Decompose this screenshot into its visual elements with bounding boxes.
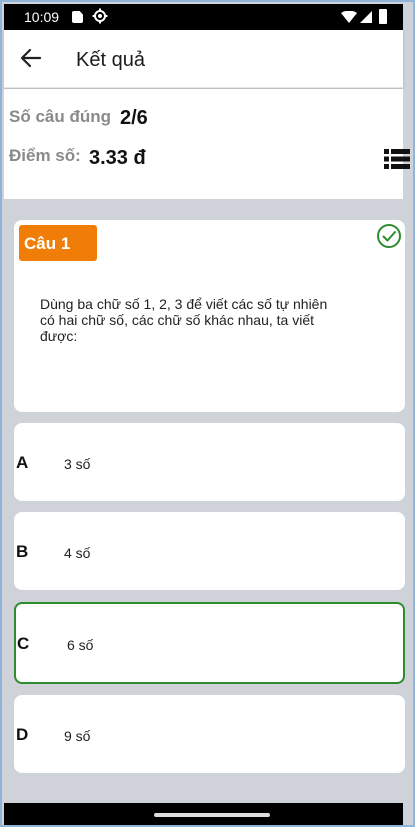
option-letter: D (16, 725, 29, 744)
option-letter: A (16, 453, 29, 472)
page-title: Kết quả (76, 49, 145, 71)
option-text: 6 số (67, 637, 94, 653)
battery-icon (379, 9, 387, 24)
status-bar: 10:09 (4, 4, 403, 30)
correct-count-label: Số câu đúng (9, 107, 111, 126)
status-time: 10:09 (24, 9, 60, 25)
answer-option-d[interactable]: D 9 số (14, 695, 405, 773)
question-card: Câu 1 Dùng ba chữ số 1, 2, 3 để viết các… (14, 220, 405, 412)
option-letter: B (16, 542, 29, 561)
settings-gear-icon (92, 8, 108, 24)
answer-option-c-correct[interactable]: C 6 số (14, 602, 405, 684)
signal-icon (360, 11, 372, 23)
question-text: Dùng ba chữ số 1, 2, 3 để viết các số tự… (40, 296, 328, 344)
result-summary: Số câu đúng 2/6 Điểm số: 3.33 đ (4, 89, 410, 199)
correct-count-value: 2/6 (120, 107, 148, 129)
option-text: 3 số (64, 456, 91, 472)
wifi-icon (341, 11, 357, 23)
app-bar: Kết quả (4, 30, 403, 88)
option-text: 9 số (64, 728, 91, 744)
sd-card-icon (72, 11, 83, 23)
app-frame: 10:09 Kết quả Số câu đúng 2/6 Điểm số: 3… (0, 0, 415, 827)
check-circle-icon (377, 224, 401, 248)
answer-option-b[interactable]: B 4 số (14, 512, 405, 590)
back-arrow-icon[interactable] (20, 47, 42, 69)
system-nav-bar (4, 803, 403, 825)
list-view-icon[interactable] (384, 148, 410, 170)
question-number-badge: Câu 1 (19, 225, 97, 261)
answer-option-a[interactable]: A 3 số (14, 423, 405, 501)
option-text: 4 số (64, 545, 91, 561)
score-value: 3.33 đ (89, 147, 146, 169)
score-label: Điểm số: (9, 146, 81, 165)
option-letter: C (17, 634, 30, 653)
home-gesture-handle[interactable] (154, 813, 270, 817)
